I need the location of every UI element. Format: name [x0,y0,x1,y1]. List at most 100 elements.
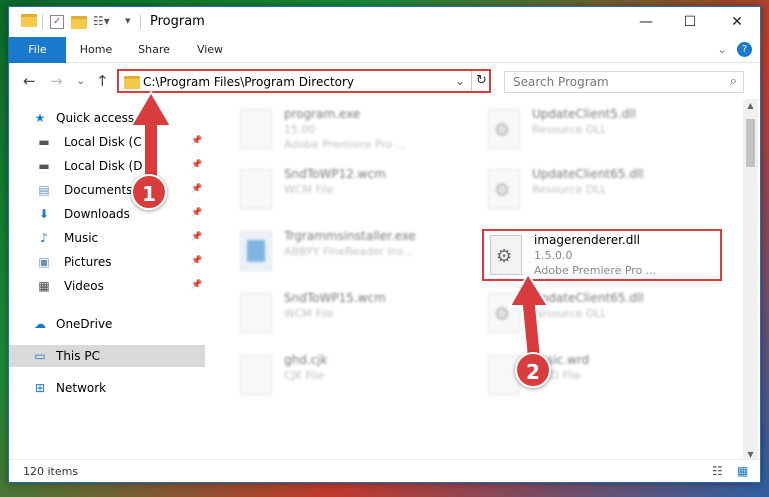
file-item[interactable]: SndToWP15.wcm WCM File [234,289,474,341]
drive-icon: ▬ [38,159,50,173]
video-icon: ▦ [38,279,50,293]
sidebar-item-downloads[interactable]: ⬇ Downloads 📌 [9,203,205,225]
sidebar-item-label: Downloads [64,207,130,221]
tab-home[interactable]: Home [75,37,117,62]
tab-share[interactable]: Share [133,37,175,62]
file-version: 15.00 [284,123,316,136]
file-description: Adobe Premiere Pro ... [284,138,407,151]
address-path: C:\Program Files\Program Directory [143,75,355,89]
new-folder-icon[interactable] [71,16,87,29]
sidebar-item-label: Videos [64,279,104,293]
scrollbar-thumb[interactable] [746,119,755,167]
exe-file-icon [240,109,272,149]
chevron-down-icon[interactable]: ⌄ [455,74,465,88]
pin-icon[interactable]: 📌 [191,160,202,170]
pictures-icon: ▣ [38,255,50,269]
folder-icon [124,76,140,89]
search-input[interactable]: Search Program ⌕ [504,71,744,93]
file-version: 1.5.0.0 [534,249,573,262]
file-name: program.exe [284,107,361,121]
file-item[interactable]: ⚙ UpdateClient65.dll Resource DLL [482,165,722,217]
tab-view[interactable]: View [191,37,229,62]
sidebar-item-label: OneDrive [56,317,113,331]
sidebar-item-videos[interactable]: ▦ Videos 📌 [9,275,205,297]
sidebar-item-label: This PC [56,349,100,363]
file-item[interactable]: ghd.cjk CJK File [234,351,474,403]
file-name: UpdateClient65.dll [532,167,644,181]
file-type: Resource DLL [532,183,607,196]
dll-file-icon: ⚙ [488,109,520,149]
help-icon[interactable]: ? [737,42,752,57]
file-name: UpdateClient5.dll [532,107,636,121]
pin-icon[interactable]: 📌 [191,232,202,242]
pin-icon[interactable]: 📌 [191,280,202,290]
download-icon: ⬇ [38,207,50,221]
sidebar-item-onedrive[interactable]: ☁ OneDrive [9,313,205,335]
sidebar-item-label: Music [64,231,99,245]
ribbon-tabs: File Home Share View ⌄ ? [9,37,760,89]
recent-locations-button[interactable]: ⌄ [76,74,85,87]
customize-icon[interactable]: ☷▾ [93,14,110,30]
large-icons-view-icon[interactable]: ▦ [737,464,748,478]
file-type: WCM File [284,307,334,320]
sidebar-item-music[interactable]: ♪ Music 📌 [9,227,205,249]
file-item[interactable]: Trgrammsinstaller.exe ABBYY FineReader I… [234,227,474,279]
properties-icon[interactable]: ✓ [50,15,64,29]
dll-file-icon: ⚙ [490,235,522,275]
installer-file-icon [240,231,272,271]
sidebar-item-this-pc[interactable]: ▭ This PC [9,345,205,367]
sidebar-item-label: Network [56,381,107,395]
file-list: program.exe 15.00 Adobe Premiere Pro ...… [214,99,742,461]
file-icon [240,169,272,209]
dll-file-icon: ⚙ [488,169,520,209]
ribbon-expand-icon[interactable]: ⌄ [715,37,729,62]
sidebar-item-pictures[interactable]: ▣ Pictures 📌 [9,251,205,273]
file-name: imagerenderer.dll [534,233,641,247]
annotation-badge-1: 1 [131,174,167,210]
annotation-badge-2: 2 [515,352,551,388]
computer-icon: ▭ [34,349,46,363]
title-bar: ✓ ☷▾ ▾ Program — ☐ ✕ [9,7,760,37]
vertical-scrollbar[interactable]: ▲ ▼ [743,99,758,461]
up-button[interactable]: ↑ [96,72,109,90]
window-title: Program [150,14,205,29]
back-button[interactable]: ← [23,72,36,90]
sidebar-item-label: Pictures [64,255,112,269]
search-placeholder: Search Program [513,75,609,89]
sidebar-item-network[interactable]: ⊞ Network [9,377,205,399]
status-bar: 120 items ☷ ▦ [9,459,760,482]
scroll-down-icon[interactable]: ▼ [743,450,758,459]
file-type: ABBYY FineReader Ins... [284,245,415,258]
pin-icon[interactable]: 📌 [191,136,202,146]
pin-icon[interactable]: 📌 [191,184,202,194]
pin-icon[interactable]: 📌 [191,208,202,218]
file-item[interactable]: program.exe 15.00 Adobe Premiere Pro ... [234,105,474,157]
scroll-up-icon[interactable]: ▲ [743,101,758,110]
file-name: ghd.cjk [284,353,328,367]
sidebar-item-label: Documents [64,183,133,197]
separator [42,15,43,29]
maximize-button[interactable]: ☐ [667,7,713,37]
file-name: Trgrammsinstaller.exe [284,229,417,243]
separator [140,15,141,29]
pin-icon[interactable]: 📌 [191,256,202,266]
item-count: 120 items [23,465,79,478]
file-item[interactable]: SndToWP12.wcm WCM File [234,165,474,217]
file-item[interactable]: ⚙ UpdateClient5.dll Resource DLL [482,105,722,157]
refresh-button[interactable]: ↻ [471,71,491,91]
details-view-icon[interactable]: ☷ [712,464,723,478]
star-icon: ★ [34,111,46,125]
drive-icon: ▬ [38,135,50,149]
music-icon: ♪ [40,231,48,245]
file-icon [240,355,272,395]
minimize-button[interactable]: — [623,7,669,37]
search-icon: ⌕ [729,74,737,89]
file-type: WCM File [284,183,334,196]
dropdown-arrow-icon[interactable]: ▾ [125,14,131,30]
file-icon [240,293,272,333]
explorer-window: ✓ ☷▾ ▾ Program — ☐ ✕ File Home Share Vie… [8,6,761,483]
close-button[interactable]: ✕ [714,7,760,37]
file-type: CJK File [284,369,325,382]
documents-icon: ▤ [38,183,50,197]
forward-button[interactable]: → [50,72,63,90]
